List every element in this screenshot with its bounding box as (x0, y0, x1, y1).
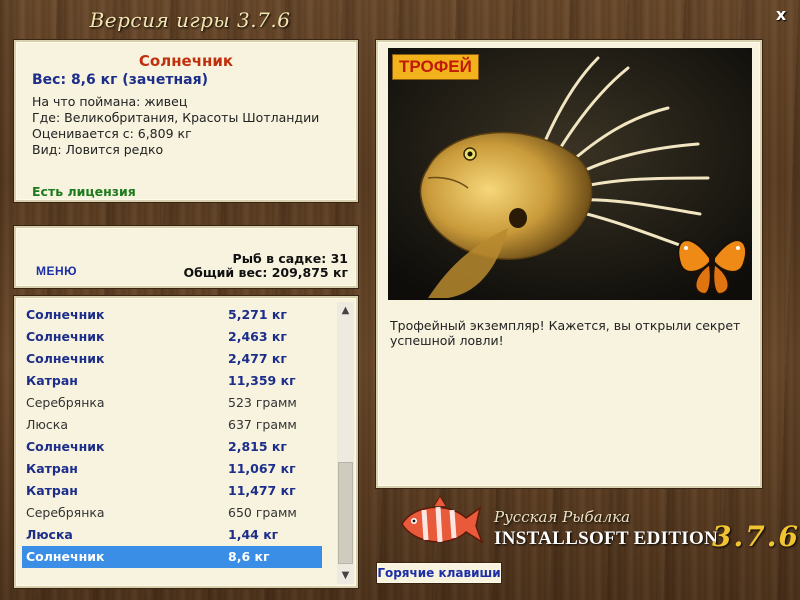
window-title: Версия игры 3.7.6 (89, 8, 291, 32)
list-item[interactable]: Солнечник 2,477 кг (22, 348, 322, 370)
catch-weight: 523 грамм (228, 395, 297, 410)
catch-name: Солнечник (26, 549, 105, 564)
list-item[interactable]: Солнечник 2,463 кг (22, 326, 322, 348)
catch-name: Солнечник (26, 329, 105, 344)
list-item[interactable]: Солнечник 5,271 кг (22, 304, 322, 326)
hotkeys-button[interactable]: Горячие клавиши (376, 562, 502, 584)
catch-list-panel: Солнечник 5,271 кг Солнечник 2,463 кг Солн… (14, 296, 358, 588)
catch-weight: 637 грамм (228, 417, 297, 432)
list-scrollbar[interactable]: ▲ ▼ (337, 302, 354, 584)
fish-illustration (388, 48, 752, 300)
catch-name: Серебрянка (26, 505, 105, 520)
catch-name: Солнечник (26, 307, 105, 322)
bait-info: На что поймана: живец (32, 94, 188, 109)
catch-name: Люска (26, 417, 69, 432)
total-weight: Общий вес: 209,875 кг (183, 265, 349, 280)
catch-name: Люска (26, 527, 73, 542)
catch-weight: 11,067 кг (228, 461, 296, 476)
catch-name: Катран (26, 461, 78, 476)
catch-weight: 1,44 кг (228, 527, 279, 542)
fish-name: Солнечник (138, 52, 234, 70)
menu-button[interactable]: МЕНЮ (36, 264, 77, 278)
catch-weight: 11,477 кг (228, 483, 296, 498)
list-item-selected[interactable]: Солнечник 8,6 кг (22, 546, 322, 568)
list-item[interactable]: Солнечник 2,815 кг (22, 436, 322, 458)
list-item[interactable]: Люска 1,44 кг (22, 524, 322, 546)
catch-weight: 650 грамм (228, 505, 297, 520)
fish-in-cage: Рыб в садке: 31 (232, 251, 348, 266)
brand-version: 3.7.6 (712, 520, 800, 553)
catch-name: Солнечник (26, 351, 105, 366)
scroll-down-icon[interactable]: ▼ (337, 567, 354, 584)
catch-weight: 2,815 кг (228, 439, 287, 454)
scroll-thumb[interactable] (338, 462, 353, 564)
rarity-info: Вид: Ловится редко (32, 142, 164, 157)
catch-weight: 8,6 кг (228, 549, 270, 564)
fish-weight: Вес: 8,6 кг (зачетная) (32, 72, 209, 88)
scroll-up-icon[interactable]: ▲ (337, 302, 354, 319)
fish-logo-icon (401, 495, 484, 544)
catch-name: Катран (26, 373, 78, 388)
list-item[interactable]: Серебрянка 523 грамм (22, 392, 322, 414)
cage-summary: Рыб в садке: 31 Общий вес: 209,875 кг (184, 252, 349, 280)
summary-panel: МЕНЮ Рыб в садке: 31 Общий вес: 209,875 … (14, 226, 358, 288)
trophy-badge: ТРОФЕЙ (392, 54, 479, 80)
close-icon[interactable]: x (772, 6, 790, 24)
list-item[interactable]: Катран 11,359 кг (22, 370, 322, 392)
brand-edition: INSTALLSOFT EDITION (494, 528, 719, 549)
list-item[interactable]: Катран 11,477 кг (22, 480, 322, 502)
license-status: Есть лицензия (32, 184, 136, 199)
fish-info-panel: Солнечник Вес: 8,6 кг (зачетная) На что … (14, 40, 358, 202)
list-item[interactable]: Серебрянка 650 грамм (22, 502, 322, 524)
brand-subtitle: Русская Рыбалка (494, 508, 631, 526)
catch-weight: 5,271 кг (228, 307, 287, 322)
trophy-message: Трофейный экземпляр! Кажется, вы открыли… (390, 318, 741, 348)
catch-name: Солнечник (26, 439, 105, 454)
trophy-fish-image: ТРОФЕЙ (388, 48, 752, 300)
catch-list: Солнечник 5,271 кг Солнечник 2,463 кг Солн… (22, 304, 322, 568)
catch-weight: 2,463 кг (228, 329, 287, 344)
catch-weight: 2,477 кг (228, 351, 287, 366)
catch-name: Серебрянка (26, 395, 105, 410)
catch-weight: 11,359 кг (228, 373, 296, 388)
catch-name: Катран (26, 483, 78, 498)
trophy-panel: ТРОФЕЙ Трофейный экземпляр! Кажется, вы … (376, 40, 762, 488)
location-info: Где: Великобритания, Красоты Шотландии (32, 110, 320, 125)
list-item[interactable]: Люска 637 грамм (22, 414, 322, 436)
list-item[interactable]: Катран 11,067 кг (22, 458, 322, 480)
rating-info: Оценивается с: 6,809 кг (32, 126, 192, 141)
brand-logo: Русская Рыбалка INSTALLSOFT EDITION 3.7.… (394, 494, 798, 554)
